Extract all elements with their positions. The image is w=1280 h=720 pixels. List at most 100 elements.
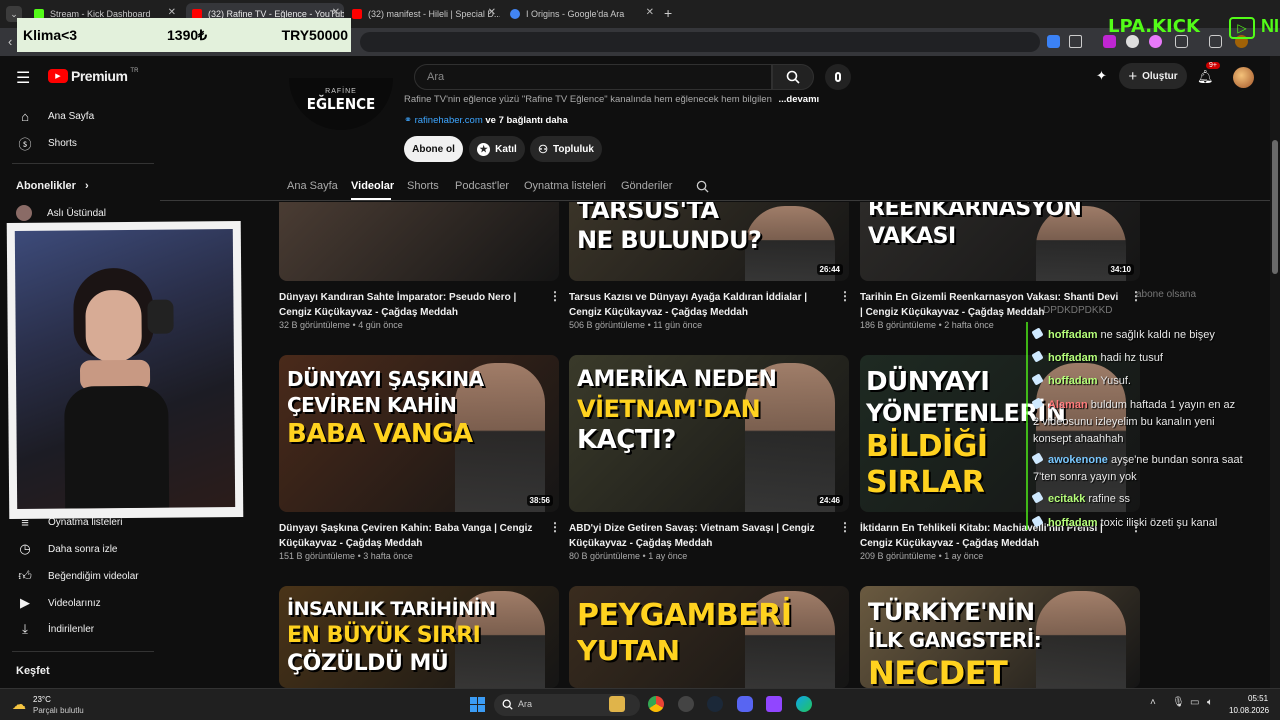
channel-avatar[interactable]: RAFİNE EĞLENCE	[289, 78, 393, 130]
edge-taskbar-icon[interactable]	[796, 696, 812, 712]
tab-posts[interactable]: Gönderiler	[621, 180, 672, 192]
discord-taskbar-icon[interactable]	[737, 696, 753, 712]
voice-search-button[interactable]	[825, 64, 851, 90]
channel-search-icon[interactable]	[696, 180, 709, 193]
sidebar-item-home[interactable]: ⌂ Ana Sayfa	[0, 103, 155, 129]
steam-taskbar-icon[interactable]	[707, 696, 723, 712]
scrollbar-track[interactable]	[1270, 56, 1280, 688]
github-taskbar-icon[interactable]	[678, 696, 694, 712]
weather-desc[interactable]: Parçalı bulutlu	[33, 706, 84, 715]
microphone-icon[interactable]: 🎙︎	[1172, 697, 1185, 708]
link-icon: ⚭	[404, 115, 412, 126]
video-thumbnail[interactable]: PEYGAMBERİ YUTAN	[569, 586, 849, 688]
video-title[interactable]: Dünyayı Şaşkına Çeviren Kahin: Baba Vang…	[279, 521, 539, 551]
video-thumbnail[interactable]: REENKARNASYON VAKASI 34:10	[860, 202, 1140, 281]
chat-message: hoffadam Yusuf.	[1031, 373, 1131, 390]
kick-watermark-suffix: NI	[1261, 16, 1279, 36]
video-thumbnail[interactable]: İNSANLIK TARİHİNİN EN BÜYÜK SIRRI ÇÖZÜLDÜ …	[279, 586, 559, 688]
translate-icon[interactable]	[1047, 35, 1060, 48]
clock-date[interactable]: 10.08.2026	[1229, 706, 1269, 715]
more-options-icon[interactable]: ⋮	[839, 520, 851, 534]
avatar[interactable]	[1233, 67, 1254, 88]
sidebar-divider	[12, 163, 154, 164]
search-input[interactable]: Ara	[414, 64, 772, 90]
new-tab-button[interactable]: +	[664, 5, 672, 21]
headphones	[147, 299, 174, 334]
search-button[interactable]	[772, 64, 814, 90]
community-label: Topluluk	[552, 143, 594, 155]
tab-podcasts[interactable]: Podcast'ler	[455, 180, 509, 192]
video-title[interactable]: ABD'yi Dize Getiren Savaş: Vietnam Savaş…	[569, 521, 829, 551]
community-button[interactable]: ⚇ Topluluk	[530, 136, 602, 162]
sidebar-item-liked[interactable]: 👍︎ Beğendiğim videolar	[0, 563, 155, 589]
cast-icon[interactable]: ✦	[1096, 68, 1112, 84]
chrome-taskbar-icon[interactable]	[648, 696, 664, 712]
url-field[interactable]	[360, 32, 1040, 52]
chat-message: ecitakk rafine ss	[1031, 491, 1130, 508]
chat-badge-icon	[1031, 327, 1044, 340]
sidebar-item-playlists[interactable]: ≡ Oynatma listeleri	[0, 509, 155, 535]
tab-close-icon[interactable]: ✕	[332, 7, 340, 18]
weather-temp[interactable]: 23°C	[33, 695, 51, 704]
create-button[interactable]: + Oluştur	[1119, 63, 1187, 89]
subscribe-button[interactable]: Abone ol	[404, 136, 463, 162]
notifications-button[interactable]: 🔔︎ 9+	[1197, 62, 1220, 86]
sidebar-item-watch-later[interactable]: ◷ Daha sonra izle	[0, 536, 155, 562]
browser-tab-manifest[interactable]: (32) manifest - Hileli | Special D... ✕	[346, 3, 500, 25]
chat-username[interactable]: ecitakk	[1048, 493, 1085, 505]
chat-username[interactable]: hoffadam	[1048, 329, 1098, 341]
chat-username[interactable]: hoffadam	[1048, 375, 1098, 387]
scrollbar-thumb[interactable]	[1272, 140, 1278, 274]
video-thumbnail[interactable]: DÜNYAYI ŞAŞKINA ÇEVİREN KAHİN BABA VANGA 38…	[279, 355, 559, 512]
channel-link[interactable]: rafinehaber.com	[415, 115, 483, 126]
sidebar-item-label: Beğendiğim videolar	[48, 570, 139, 582]
tab-home[interactable]: Ana Sayfa	[287, 180, 338, 192]
thumbnail-text: NECDET	[868, 654, 1008, 688]
star-icon[interactable]	[1069, 35, 1082, 48]
tab-playlists[interactable]: Oynatma listeleri	[524, 180, 606, 192]
chat-username[interactable]: hoffadam	[1048, 352, 1098, 364]
subscriptions-header[interactable]: Abonelikler ›	[16, 180, 89, 192]
chat-username[interactable]: awokenone	[1048, 454, 1108, 466]
volume-icon[interactable]: 🔈︎	[1207, 697, 1213, 708]
tab-videos[interactable]: Videolar	[351, 180, 394, 192]
tab-shorts[interactable]: Shorts	[407, 180, 439, 192]
video-views: 209 B görüntüleme	[860, 551, 937, 561]
video-title[interactable]: Dünyayı Kandıran Sahte İmparator: Pseudo…	[279, 290, 539, 320]
explorer-taskbar-icon[interactable]	[609, 696, 625, 712]
sidebar-item-downloads[interactable]: ⤓ İndirilenler	[0, 616, 155, 642]
start-button[interactable]	[470, 697, 485, 712]
reading-list-icon[interactable]	[1209, 35, 1222, 48]
more-options-icon[interactable]: ⋮	[549, 520, 561, 534]
channel-description[interactable]: Rafine TV'nin eğlence yüzü "Rafine TV Eğ…	[404, 94, 819, 105]
back-icon[interactable]: ‹	[8, 34, 12, 49]
tab-close-icon[interactable]: ✕	[488, 7, 496, 18]
tab-close-icon[interactable]: ✕	[646, 7, 654, 18]
more-options-icon[interactable]: ⋮	[549, 289, 561, 303]
youtube-logo[interactable]: ▶ Premium TR	[48, 68, 138, 84]
clock-time[interactable]: 05:51	[1248, 694, 1268, 703]
google-favicon-icon	[510, 9, 520, 19]
video-thumbnail[interactable]	[279, 202, 559, 281]
sidebar-item-your-videos[interactable]: ▶ Videolarınız	[0, 590, 155, 616]
meta-separator: •	[936, 320, 945, 330]
sidebar-item-shorts[interactable]: ⓢ Shorts	[0, 130, 155, 156]
chat-username[interactable]: Alaman	[1048, 399, 1088, 411]
channel-links-more[interactable]: ve 7 bağlantı daha	[485, 115, 567, 126]
more-options-icon[interactable]: ⋮	[839, 289, 851, 303]
video-thumbnail[interactable]: TÜRKİYE'NİN İLK GANGSTERİ: NECDET	[860, 586, 1140, 688]
network-icon[interactable]: ▭	[1190, 697, 1199, 708]
video-title[interactable]: Tarsus Kazısı ve Dünyayı Ayağa Kaldıran …	[569, 290, 829, 320]
video-thumbnail[interactable]: TARSUS'TA NE BULUNDU? 26:44	[569, 202, 849, 281]
join-button[interactable]: ★ Katıl	[469, 136, 525, 162]
twitch-taskbar-icon[interactable]	[766, 696, 782, 712]
video-thumbnail[interactable]: AMERİKA NEDEN VİETNAM'DAN KAÇTI? 24:46	[569, 355, 849, 512]
chat-badge-icon	[1031, 491, 1044, 504]
description-more[interactable]: ...devamı	[779, 94, 820, 105]
chat-username[interactable]: hoffadam	[1048, 517, 1098, 529]
browser-tab-google[interactable]: I Origins - Google'da Ara ✕	[504, 3, 658, 25]
hamburger-menu-icon[interactable]: ☰	[16, 68, 30, 88]
tab-close-icon[interactable]: ✕	[168, 7, 176, 18]
video-views: 151 B görüntüleme	[279, 551, 356, 561]
tray-chevron-icon[interactable]: ˄	[1150, 697, 1156, 708]
